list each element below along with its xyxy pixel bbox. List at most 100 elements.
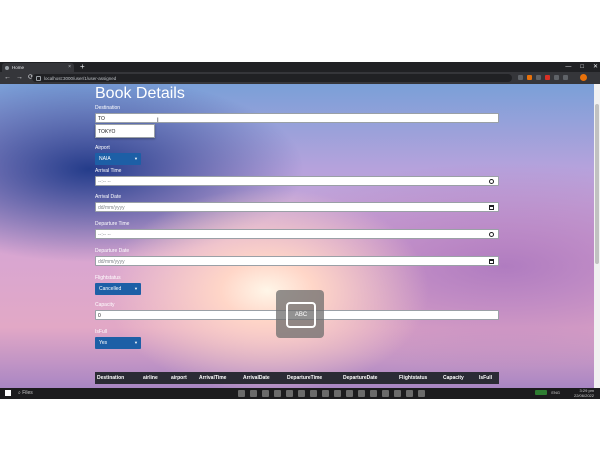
autocomplete-option[interactable]: TOKYO [98,129,115,135]
arrival-date-placeholder: dd/mm/yyyy [98,205,125,211]
flightstatus-label: Flightstatus [95,275,121,281]
extension-icon[interactable] [518,75,523,80]
table-header-cell: airport [171,375,187,381]
tab-title: Home [12,65,25,70]
taskbar-app-icon[interactable] [358,390,365,397]
table-header-cell: ArrivalDate [243,375,270,381]
airport-select[interactable]: NAIA ▼ [95,153,141,165]
taskbar-app-icon[interactable] [406,390,413,397]
capacity-value: 0 [98,313,101,319]
table-header-cell: ArrivalTime [199,375,227,381]
flightstatus-select[interactable]: Cancelled ▼ [95,283,141,295]
taskbar-search-text: Files [22,390,33,396]
arrival-time-label: Arrival Time [95,168,122,174]
calendar-icon[interactable] [489,259,494,264]
taskbar-app-icon[interactable] [310,390,317,397]
chevron-down-icon: ▼ [134,340,138,345]
flightstatus-value: Cancelled [99,286,122,292]
airport-value: NAIA [99,156,111,162]
destination-input[interactable]: TO [95,113,499,123]
keyboard-overlay: ABC [276,290,324,338]
taskbar-app-icon[interactable] [346,390,353,397]
taskbar-app-icon[interactable] [298,390,305,397]
keyboard-icon: ABC [286,302,316,328]
browser-tab-bar: Home × + — □ ✕ [0,62,600,72]
extension-icon[interactable] [545,75,550,80]
table-header-cell: Destination [97,375,125,381]
airport-label: Airport [95,145,110,151]
keyboard-overlay-label: ABC [294,312,308,318]
forward-icon[interactable]: → [16,73,23,83]
destination-value: TO [98,116,105,122]
table-header-cell: Flightstatus [399,375,428,381]
extensions-puzzle-icon[interactable] [554,75,559,80]
system-tray: ENG [535,390,560,395]
arrival-date-input[interactable]: dd/mm/yyyy [95,202,499,212]
site-info-icon[interactable] [36,75,41,81]
departure-time-placeholder: --:-- -- [98,232,111,238]
taskbar-app-icon[interactable] [370,390,377,397]
isfull-label: IsFull [95,329,107,335]
close-window-button[interactable]: ✕ [593,62,598,72]
scrollbar-thumb[interactable] [595,104,599,264]
page-scrollbar[interactable] [594,84,600,388]
departure-time-label: Departure Time [95,221,130,227]
taskbar-app-icon[interactable] [238,390,245,397]
isfull-select[interactable]: Yes ▼ [95,337,141,349]
sidebar-icon[interactable] [563,75,568,80]
browser-toolbar: ← → ⟳ localhost:3000/user/1/user-assigne… [0,72,600,84]
table-header-cell: DepartureDate [343,375,378,381]
isfull-value: Yes [99,340,108,346]
departure-time-input[interactable]: --:-- -- [95,229,499,239]
battery-icon[interactable] [535,390,548,395]
taskbar-app-icon[interactable] [274,390,281,397]
departure-date-label: Departure Date [95,248,130,254]
windows-start-icon[interactable] [5,390,11,396]
maximize-button[interactable]: □ [580,62,584,72]
taskbar-clock[interactable]: 3:29 pm 22/06/2022 [573,388,594,398]
arrival-time-input[interactable]: --:-- -- [95,176,499,186]
autocomplete-dropdown[interactable]: TOKYO [95,124,155,138]
taskbar-app-icon[interactable] [322,390,329,397]
clock-date: 22/06/2022 [573,392,594,398]
extension-icon[interactable] [527,75,532,80]
clock-icon[interactable] [489,232,494,237]
tray-language[interactable]: ENG [551,390,560,395]
taskbar-app-icon[interactable] [394,390,401,397]
address-bar[interactable]: localhost:3000/user/1/user-assigned [32,74,512,82]
taskbar-pinned-apps [238,390,425,397]
profile-avatar[interactable] [580,74,587,81]
browser-tab[interactable]: Home × [2,63,74,72]
page-title: Book Details [95,85,185,102]
table-header-cell: DepartureTime [287,375,323,381]
destination-label: Destination [95,105,121,111]
taskbar-app-icon[interactable] [334,390,341,397]
table-header-cell: IsFull [479,375,493,381]
minimize-button[interactable]: — [565,62,571,72]
calendar-icon[interactable] [489,205,494,210]
table-header-cell: airline [143,375,158,381]
taskbar-app-icon[interactable] [250,390,257,397]
arrival-date-label: Arrival Date [95,194,122,200]
back-icon[interactable]: ← [4,73,11,83]
clock-icon[interactable] [489,179,494,184]
windows-taskbar: ⌕ Files ENG 3:29 pm 22/06/2022 [0,388,600,399]
screen: Home × + — □ ✕ ← → ⟳ localhost:3000/user… [0,62,600,399]
bookings-table-header: Destination airline airport ArrivalTime … [95,372,499,384]
chevron-down-icon: ▼ [134,156,138,161]
tab-close-icon[interactable]: × [68,64,71,70]
taskbar-app-icon[interactable] [262,390,269,397]
new-tab-button[interactable]: + [80,62,85,72]
taskbar-app-icon[interactable] [382,390,389,397]
extension-icon[interactable] [536,75,541,80]
taskbar-app-icon[interactable] [418,390,425,397]
url-text: localhost:3000/user/1/user-assigned [44,75,117,81]
taskbar-search[interactable]: ⌕ Files [18,389,33,398]
departure-date-input[interactable]: dd/mm/yyyy [95,256,499,266]
extensions-area [518,75,568,80]
window-controls: — □ ✕ [565,62,598,72]
taskbar-app-icon[interactable] [286,390,293,397]
tab-favicon-icon [5,65,9,70]
nav-buttons: ← → ⟳ [4,73,34,83]
capacity-label: Capacity [95,302,115,308]
